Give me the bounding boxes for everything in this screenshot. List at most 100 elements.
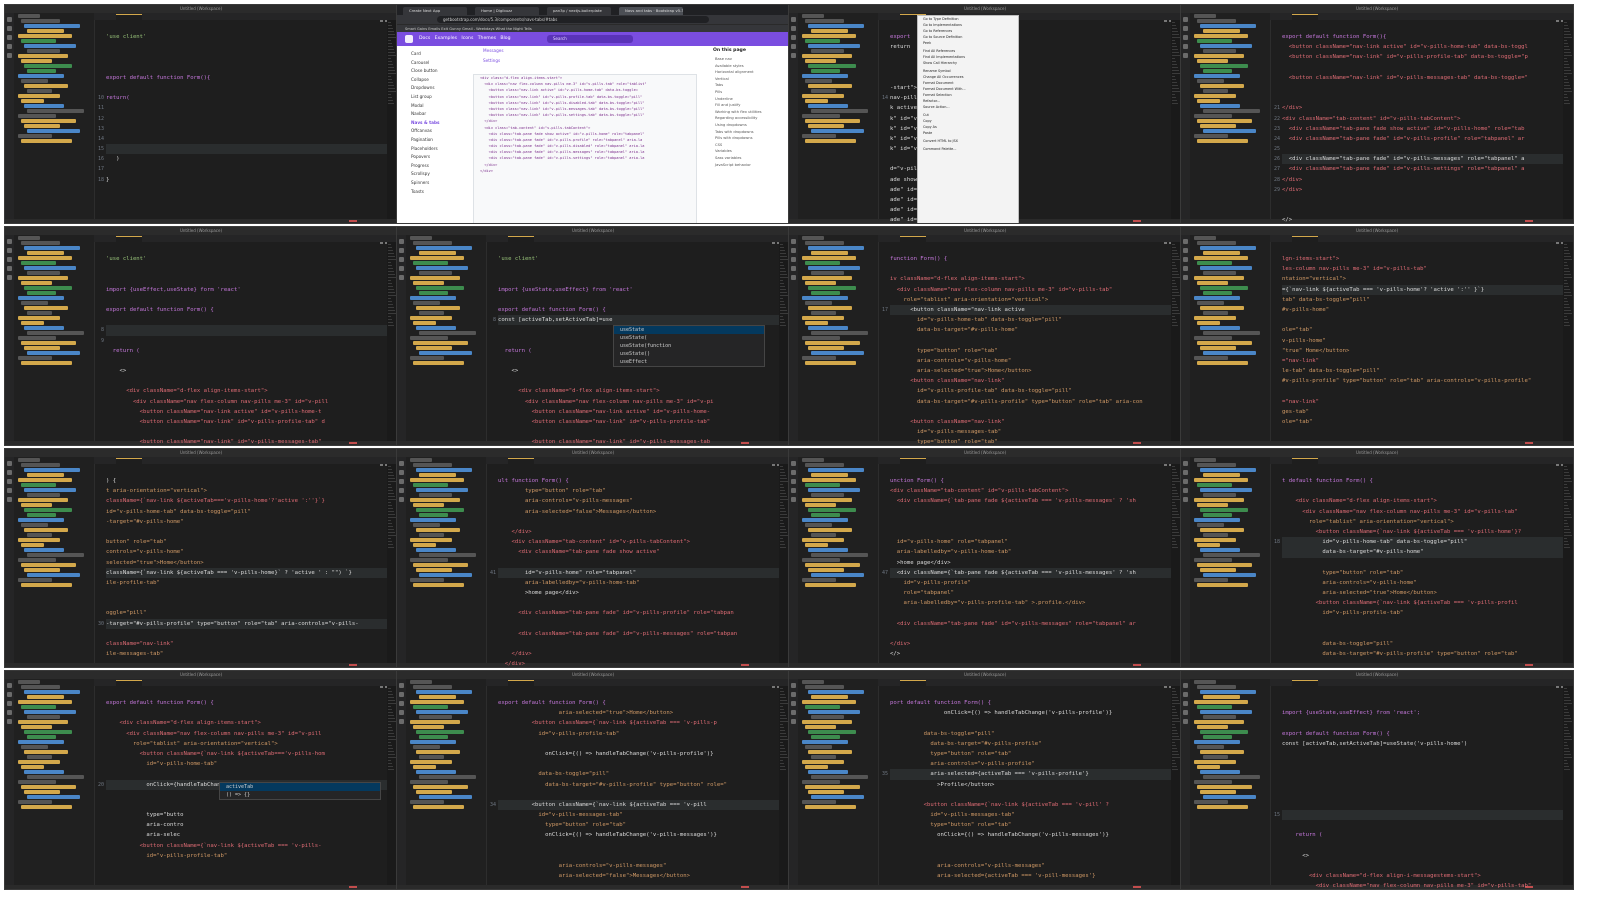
code-line[interactable]: ile-messages-tab" xyxy=(106,649,387,659)
explorer-item[interactable] xyxy=(805,805,856,809)
explorer-item[interactable] xyxy=(802,276,852,280)
explorer-item[interactable] xyxy=(1200,548,1240,552)
explorer-item[interactable] xyxy=(27,331,84,335)
explorer-item[interactable] xyxy=(1200,690,1256,694)
search-icon[interactable] xyxy=(1183,248,1188,253)
explorer-item[interactable] xyxy=(805,261,840,265)
code-line[interactable]: <div className="nav flex-column nav-pill… xyxy=(1282,507,1563,517)
explorer-item[interactable] xyxy=(416,528,460,532)
search-icon[interactable] xyxy=(7,248,12,253)
run-icon[interactable] xyxy=(1183,44,1188,49)
explorer-item[interactable] xyxy=(416,690,472,694)
explorer-item[interactable] xyxy=(1197,361,1248,365)
code-line[interactable] xyxy=(106,356,387,366)
code-line[interactable]: >home page</div> xyxy=(498,588,779,598)
code-line[interactable]: -target="#v-pills-home" xyxy=(106,517,387,527)
extensions-icon[interactable] xyxy=(1183,497,1188,502)
code-line[interactable] xyxy=(1282,315,1563,325)
code-line[interactable]: ole="tab" xyxy=(1282,325,1563,335)
explorer-item[interactable] xyxy=(18,236,40,240)
explorer-item[interactable] xyxy=(805,99,828,103)
explorer-item[interactable] xyxy=(1197,139,1248,143)
explorer-item[interactable] xyxy=(413,543,436,547)
code-line[interactable]: <div className="nav flex-column nav-pill… xyxy=(890,285,1171,295)
example-link[interactable]: Settings xyxy=(473,56,693,66)
sidebar-link[interactable]: Carousel xyxy=(397,59,467,68)
code-line[interactable]: 17 <button className="nav-link active xyxy=(882,304,1171,316)
explorer-item[interactable] xyxy=(802,114,840,118)
code-line[interactable] xyxy=(106,427,387,437)
code-line[interactable]: <div className="d-flex align-i-messagest… xyxy=(1282,871,1563,881)
code-line[interactable]: 'use client' xyxy=(106,254,387,264)
menu-item[interactable]: Command Palette... xyxy=(918,146,1018,152)
explorer-item[interactable] xyxy=(1200,84,1244,88)
explorer-item[interactable] xyxy=(805,583,856,587)
code-line[interactable] xyxy=(1282,861,1563,871)
explorer-item[interactable] xyxy=(1200,124,1236,128)
explorer-item[interactable] xyxy=(811,553,868,557)
explorer-item[interactable] xyxy=(1200,468,1256,472)
explorer-item[interactable] xyxy=(416,790,452,794)
explorer-item[interactable] xyxy=(805,241,844,245)
run-icon[interactable] xyxy=(791,266,796,271)
run-icon[interactable] xyxy=(399,710,404,715)
code-line[interactable] xyxy=(890,407,1171,417)
explorer-item[interactable] xyxy=(18,134,52,138)
explorer-item[interactable] xyxy=(416,730,464,734)
explorer-item[interactable] xyxy=(1200,346,1236,350)
explorer-item[interactable] xyxy=(808,690,864,694)
explorer-item[interactable] xyxy=(18,780,56,784)
extensions-icon[interactable] xyxy=(1183,275,1188,280)
explorer-item[interactable] xyxy=(808,790,844,794)
explorer-item[interactable] xyxy=(419,291,448,295)
code-line[interactable]: #v-pills-profile" type="button" role="ta… xyxy=(1282,376,1563,386)
explorer-item[interactable] xyxy=(419,331,476,335)
code-line[interactable]: ile-profile-tab" xyxy=(106,578,387,588)
explorer-item[interactable] xyxy=(1197,563,1252,567)
code-line[interactable]: 25 xyxy=(1274,144,1563,154)
code-line[interactable]: type="button" role="tab" xyxy=(890,749,1171,759)
browser-tab[interactable]: Home | Digibuzz xyxy=(475,7,539,15)
search-icon[interactable] xyxy=(7,26,12,31)
explorer-item[interactable] xyxy=(811,311,836,315)
explorer-item[interactable] xyxy=(1194,680,1216,684)
run-icon[interactable] xyxy=(791,44,796,49)
code-editor[interactable]: ) {t aria-orientation="vertical"> classNa… xyxy=(94,464,387,663)
code-line[interactable]: <div className="d-flex align-items-start… xyxy=(106,718,387,728)
explorer-item[interactable] xyxy=(410,800,444,804)
explorer-item[interactable] xyxy=(410,458,432,462)
explorer-item[interactable] xyxy=(808,124,844,128)
browser-tab[interactable]: pan3p / nextjs-boilerplate xyxy=(547,7,611,15)
explorer-item[interactable] xyxy=(802,578,836,582)
toc-link[interactable]: Fill and justify xyxy=(703,102,789,109)
explorer-item[interactable] xyxy=(27,351,80,355)
code-line[interactable]: return ( xyxy=(106,346,387,356)
code-line[interactable] xyxy=(890,608,1171,618)
explorer-item[interactable] xyxy=(419,533,444,537)
explorer-item[interactable] xyxy=(1200,246,1256,250)
code-line[interactable] xyxy=(890,851,1171,861)
code-editor[interactable]: 'use client' import {useEffect,useState} … xyxy=(94,242,387,445)
code-line[interactable]: export default function Form() { xyxy=(1282,729,1563,739)
window-controls[interactable] xyxy=(1554,673,1570,688)
code-line[interactable] xyxy=(106,42,387,52)
explorer-item[interactable] xyxy=(24,508,72,512)
explorer-item[interactable] xyxy=(1194,94,1236,98)
code-line[interactable] xyxy=(1282,83,1563,93)
files-icon[interactable] xyxy=(7,683,12,688)
code-editor[interactable]: function Form() {iv className="d-flex al… xyxy=(878,242,1171,445)
code-line[interactable]: id="v-pills-home" role="tabpanel" xyxy=(890,537,1171,547)
explorer-item[interactable] xyxy=(1194,54,1244,58)
explorer-item[interactable] xyxy=(27,755,52,759)
explorer-item[interactable] xyxy=(802,14,824,18)
code-line[interactable]: aria-controls="v-pills-messages" xyxy=(498,496,779,506)
explorer-item[interactable] xyxy=(1197,785,1252,789)
code-line[interactable]: ole="tab" xyxy=(1282,417,1563,427)
explorer-item[interactable] xyxy=(1194,458,1216,462)
explorer-item[interactable] xyxy=(805,765,828,769)
code-line[interactable] xyxy=(106,708,387,718)
explorer-item[interactable] xyxy=(24,286,72,290)
explorer-item[interactable] xyxy=(419,573,472,577)
explorer-item[interactable] xyxy=(24,568,60,572)
toc-link[interactable]: Tabs xyxy=(703,82,789,89)
